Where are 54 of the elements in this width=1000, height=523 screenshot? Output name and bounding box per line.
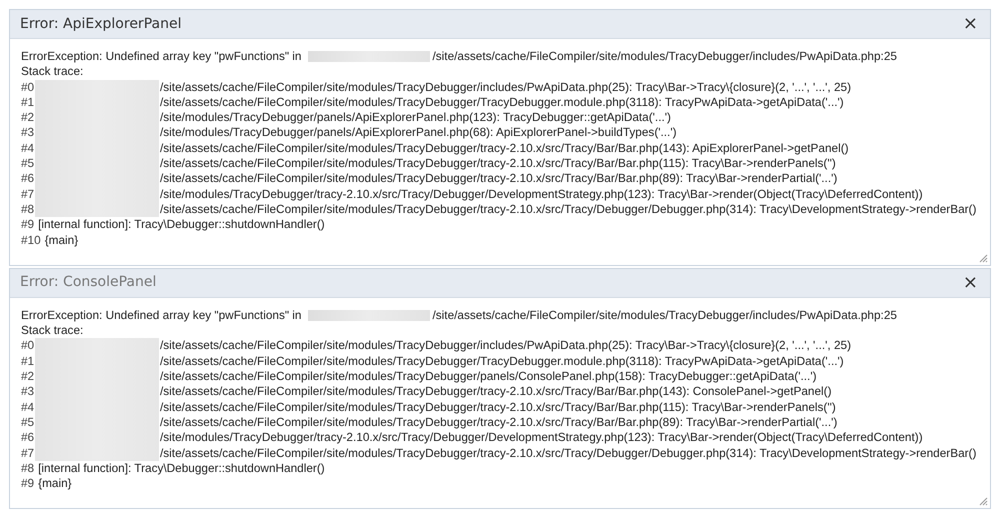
frame-number: #3	[21, 384, 36, 400]
frame-number: #1	[21, 354, 36, 370]
trace-line: /site/assets/cache/FileCompiler/site/modules/TracyDebugger/tracy-2.10.x/src/Tracy/Bar/Bar.php(143): ConsolePanel->getPanel()	[160, 384, 832, 400]
frame-number: #9	[21, 217, 34, 233]
stack-trace-heading: Stack trace:	[21, 323, 84, 338]
trace-line: /site/modules/TracyDebugger/tracy-2.10.x/src/Tracy/Debugger/DevelopmentStrategy.php(123): Tracy\Bar->render(Object(Tracy\DeferredContent))	[160, 186, 923, 202]
trace-line: /site/assets/cache/FileCompiler/site/modules/TracyDebugger/tracy-2.10.x/src/Tracy/Bar/Bar.php(89): Tracy\Bar->renderPartial('...')	[160, 414, 838, 430]
trace-line: /site/modules/TracyDebugger/panels/ApiExplorerPanel.php(123): TracyDebugger::getApiData('...')	[160, 110, 671, 126]
frame-number: #7	[21, 446, 36, 461]
error-message: ErrorException: Undefined array key "pwFunctions" in	[21, 49, 302, 64]
trace-line: /site/assets/cache/FileCompiler/site/modules/TracyDebugger/tracy-2.10.x/src/Tracy/Bar/Bar.php(115): Tracy\Bar->renderPanels('')	[160, 156, 836, 172]
file-path: /site/assets/cache/FileCompiler/site/modules/TracyDebugger/includes/PwApiData.php:25	[432, 308, 897, 324]
frame-number: #8	[21, 202, 36, 218]
error-message: ErrorException: Undefined array key "pwFunctions" in	[21, 308, 302, 324]
trace-line: /site/assets/cache/FileCompiler/site/modules/TracyDebugger/tracy-2.10.x/src/Tracy/Debugger/Debugger.php(314): Tracy\DevelopmentStrategy->renderBar()	[160, 202, 976, 218]
trace-line: [internal function]: Tracy\Debugger::shutdownHandler()	[38, 460, 325, 476]
trace-line: /site/assets/cache/FileCompiler/site/modules/TracyDebugger/tracy-2.10.x/src/Tracy/Bar/Bar.php(143): ApiExplorerPanel->getPanel()	[160, 140, 849, 156]
stack-trace-heading: Stack trace:	[21, 64, 84, 80]
close-button[interactable]: ×	[962, 274, 978, 292]
trace-line: /site/assets/cache/FileCompiler/site/modules/TracyDebugger/tracy-2.10.x/src/Tracy/Debugger/Debugger.php(314): Tracy\DevelopmentStrategy->renderBar()	[160, 446, 976, 461]
frame-number: #0	[21, 80, 36, 95]
frame-number: #3	[21, 125, 36, 141]
resize-grip-icon[interactable]	[979, 254, 988, 263]
trace-line: /site/assets/cache/FileCompiler/site/modules/TracyDebugger/tracy-2.10.x/src/Tracy/Bar/Bar.php(115): Tracy\Bar->renderPanels('')	[160, 400, 836, 415]
frame-number: #0	[21, 338, 36, 354]
frame-number: #5	[21, 414, 36, 430]
trace-line: /site/modules/TracyDebugger/tracy-2.10.x/src/Tracy/Debugger/DevelopmentStrategy.php(123): Tracy\Bar->render(Object(Tracy\DeferredContent))	[160, 430, 923, 446]
frame-number: #7	[21, 186, 36, 202]
frame-number: #6	[21, 171, 36, 187]
panel-title: Error: ApiExplorerPanel	[20, 14, 182, 34]
trace-line: [internal function]: Tracy\Debugger::shutdownHandler()	[38, 217, 325, 233]
trace-line: /site/assets/cache/FileCompiler/site/modules/TracyDebugger/TracyDebugger.module.php(3118): TracyPwApiData->getApiData('...')	[160, 354, 844, 370]
close-button[interactable]: ×	[962, 15, 978, 33]
panel-title: Error: ConsolePanel	[20, 273, 156, 292]
trace-line: /site/modules/TracyDebugger/panels/ApiExplorerPanel.php(68): ApiExplorerPanel->buildTypes('...')	[160, 125, 677, 141]
trace-line: {main}	[44, 232, 78, 248]
frame-number: #10	[21, 232, 41, 248]
trace-line: /site/assets/cache/FileCompiler/site/modules/TracyDebugger/tracy-2.10.x/src/Tracy/Bar/Bar.php(89): Tracy\Bar->renderPartial('...')	[160, 171, 838, 187]
frame-number: #9	[21, 476, 34, 492]
frame-number: #4	[21, 400, 36, 415]
trace-line: /site/assets/cache/FileCompiler/site/modules/TracyDebugger/includes/PwApiData.php(25): Tracy\Bar->Tracy\{closure}(2, '...', '...', 25)	[160, 338, 851, 354]
trace-line: /site/assets/cache/FileCompiler/site/modules/TracyDebugger/includes/PwApiData.php(25): Tracy\Bar->Tracy\{closure}(2, '...', '...', 25)	[160, 80, 851, 95]
frame-number: #5	[21, 156, 36, 172]
frame-number: #8	[21, 460, 34, 476]
frame-number: #2	[21, 369, 36, 384]
frame-number: #1	[21, 94, 36, 110]
resize-grip-icon[interactable]	[979, 497, 988, 506]
trace-line: /site/assets/cache/FileCompiler/site/modules/TracyDebugger/panels/ConsolePanel.php(158): TracyDebugger::getApiData('...')	[160, 369, 816, 384]
file-path: /site/assets/cache/FileCompiler/site/modules/TracyDebugger/includes/PwApiData.php:25	[432, 49, 897, 64]
frame-number: #2	[21, 110, 36, 126]
frame-number: #4	[21, 140, 36, 156]
trace-line: /site/assets/cache/FileCompiler/site/modules/TracyDebugger/TracyDebugger.module.php(3118): TracyPwApiData->getApiData('...')	[160, 94, 844, 110]
frame-number: #6	[21, 430, 36, 446]
trace-line: {main}	[38, 476, 72, 492]
